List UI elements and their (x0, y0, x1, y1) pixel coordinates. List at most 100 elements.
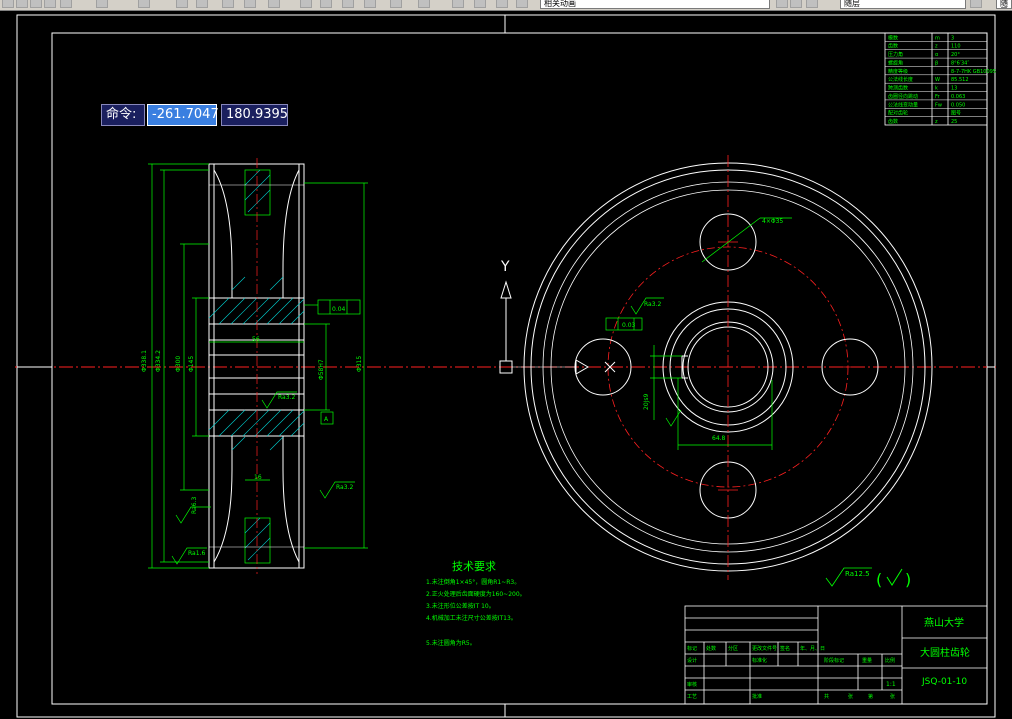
tb-label-process: 工艺 (687, 694, 697, 700)
dim-rim: Φ300 (175, 356, 182, 372)
param-cell: β (935, 60, 938, 66)
new-icon[interactable] (2, 0, 14, 8)
svg-text:): ) (905, 570, 911, 589)
param-cell: 20° (951, 52, 960, 58)
save-icon[interactable] (30, 0, 42, 8)
param-cell: 公法线变动量 (888, 101, 918, 108)
zoom-previous-icon[interactable] (244, 0, 256, 8)
param-cell: W (935, 77, 940, 83)
dim-keyway: 20Js9 (643, 393, 650, 410)
calculator-icon[interactable] (390, 0, 402, 8)
tech-req-5: 5.未注圆角为R5。 (426, 639, 476, 647)
print-icon[interactable] (44, 0, 56, 8)
command-y-input[interactable]: 180.9395 (221, 104, 288, 126)
layer-on-icon[interactable] (496, 0, 508, 8)
param-cell: 模数 (888, 34, 898, 41)
tol-face: 0.04 (332, 306, 346, 313)
datum-a: A (324, 416, 329, 423)
dim-bore: Φ58H7 (318, 359, 325, 380)
rough-c: Ra6.3 (191, 497, 198, 514)
tb-label-zone: 分区 (728, 645, 738, 652)
tb-label-design: 设计 (687, 657, 697, 664)
rough-b: Ra3.2 (336, 484, 353, 491)
rough-a: Ra3.2 (278, 394, 295, 401)
rough-d: Ra1.6 (188, 550, 205, 557)
sheet-set-icon[interactable] (342, 0, 354, 8)
param-cell: 配对齿轮 (888, 110, 908, 117)
param-cell: 110 (951, 44, 961, 50)
rough-bore: Ra3.2 (644, 301, 661, 308)
dim-outer: Φ338.1 (141, 350, 148, 372)
linetype-combo[interactable]: 随层 (840, 0, 966, 9)
param-cell: 齿数 (888, 118, 898, 125)
properties-icon[interactable] (268, 0, 280, 8)
tb-label-stage: 阶段标记 (824, 657, 844, 664)
tb-label-sign: 签名 (780, 645, 790, 652)
param-cell: z (935, 119, 938, 125)
make-current-icon[interactable] (776, 0, 788, 8)
param-cell: m (935, 35, 940, 41)
dim-web: 16 (254, 474, 262, 481)
roughness-check-icon (886, 568, 903, 586)
toolbar: 相关动画 随层 随层 (0, 0, 1012, 11)
param-cell: Fr (935, 94, 941, 100)
command-x-input[interactable]: -261.7047 (147, 104, 219, 126)
param-cell: 8°6′34″ (951, 60, 969, 66)
param-cell: 25 (951, 119, 957, 125)
ucs-y-label: Y (500, 259, 510, 275)
param-cell: 0.050 (951, 102, 965, 108)
dim-pitch: Φ334.2 (155, 350, 162, 372)
zoom-realtime-icon[interactable] (196, 0, 208, 8)
ucs-icon (499, 280, 575, 374)
param-cell: Fw (935, 102, 942, 108)
tb-label-review: 审核 (687, 681, 697, 688)
param-cell: 齿数 (888, 43, 898, 50)
tech-req-1: 1.未注倒角1×45°，圆角R1~R3。 (426, 578, 520, 586)
tb-label-mark: 标记 (687, 645, 697, 652)
tool-palette-icon[interactable] (320, 0, 332, 8)
tb-label-file: 更改文件号 (752, 645, 777, 652)
tb-label-sheet1: 张 (848, 693, 853, 700)
param-cell: 0.063 (951, 94, 965, 100)
param-cell: 公法线长度 (888, 76, 913, 83)
layer-state-icon[interactable] (474, 0, 486, 8)
tech-req-4: 4.机械加工未注尺寸公差按IT13。 (426, 614, 517, 622)
param-cell: 齿圈径向跳动 (888, 93, 918, 100)
pan-icon[interactable] (176, 0, 188, 8)
dim-key-depth: 64.8 (712, 435, 726, 442)
layer-freeze-icon[interactable] (516, 0, 528, 8)
tb-part-name: 大圆柱齿轮 (920, 646, 970, 659)
param-cell: 螺旋角 (888, 59, 903, 66)
open-icon[interactable] (16, 0, 28, 8)
undo-icon[interactable] (96, 0, 108, 8)
color-icon[interactable] (806, 0, 818, 8)
tb-label-count: 处数 (706, 645, 716, 652)
help-icon[interactable] (418, 0, 430, 8)
param-cell: 图号 (951, 111, 961, 117)
zoom-window-icon[interactable] (222, 0, 234, 8)
tech-req-title: 技术要求 (452, 560, 496, 573)
param-cell: 8-7-7HK GB10095 (951, 69, 996, 75)
layer-manager-icon[interactable] (452, 0, 464, 8)
design-center-icon[interactable] (300, 0, 312, 8)
param-cell: 跨测齿数 (888, 85, 908, 92)
svg-text:(: ( (876, 570, 882, 589)
dim-width: 56 (252, 336, 260, 343)
dim-hub: Φ145 (188, 356, 195, 372)
layer-previous-icon[interactable] (790, 0, 802, 8)
param-cell: 13 (951, 86, 957, 92)
tb-label-std: 标准化 (752, 657, 767, 664)
cut-icon[interactable] (60, 0, 72, 8)
tb-label-ratio: 比例 (885, 657, 895, 664)
markup-icon[interactable] (364, 0, 376, 8)
tb-label-number: 第 (868, 693, 873, 700)
tech-req-3: 3.未注形位公差按IT 10。 (426, 602, 495, 610)
tech-req-2: 2.正火处理后齿面硬度为160~200。 (426, 590, 526, 598)
plotstyle-combo[interactable]: 随层 (996, 0, 1012, 9)
lineweight-icon[interactable] (970, 0, 982, 8)
redo-icon[interactable] (138, 0, 150, 8)
layer-combo[interactable]: 相关动画 (540, 0, 770, 9)
param-cell: 压力角 (888, 51, 903, 58)
param-cell: 精度等级 (888, 68, 908, 75)
tb-label-approve: 批准 (752, 693, 762, 700)
